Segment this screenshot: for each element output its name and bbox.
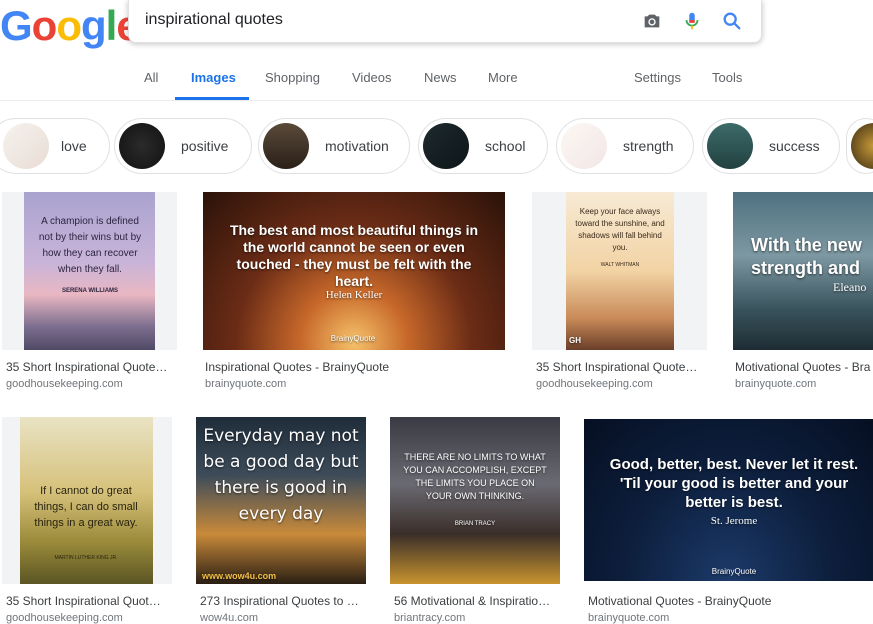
chip-label: strength: [623, 138, 674, 154]
logo-letter: G: [0, 2, 33, 49]
tab-videos[interactable]: Videos: [352, 70, 392, 85]
tab-images[interactable]: Images: [191, 70, 236, 85]
image-quote-text: Keep your face always toward the sunshin…: [575, 207, 665, 252]
result-title[interactable]: 35 Short Inspirational Quot…: [6, 594, 166, 608]
related-chips: love positive motivation school strength…: [0, 118, 873, 176]
result-source: goodhousekeeping.com: [536, 378, 653, 390]
chip-thumbnail: [119, 123, 165, 169]
chip-motivation[interactable]: motivation: [258, 118, 410, 174]
image-quote-author: WALT WHITMAN: [600, 262, 640, 268]
tab-all[interactable]: All: [144, 70, 158, 85]
result-source: goodhousekeeping.com: [6, 378, 123, 390]
result-title[interactable]: 273 Inspirational Quotes to …: [200, 594, 362, 608]
chip-thumbnail: [263, 123, 309, 169]
image-quote-author: MARTIN LUTHER KING JR.: [54, 555, 118, 561]
image-quote-text: Good, better, best. Never let it rest. '…: [609, 456, 859, 511]
search-icon[interactable]: [721, 10, 743, 32]
brainyquote-watermark: BrainyQuote: [711, 567, 757, 576]
chip-thumbnail: [707, 123, 753, 169]
result-image[interactable]: THERE ARE NO LIMITS TO WHAT YOU CAN ACCO…: [390, 417, 560, 584]
result-title[interactable]: Motivational Quotes - BrainyQuote: [588, 594, 873, 608]
image-quote-author: Eleano: [833, 280, 867, 294]
image-quote-text: THERE ARE NO LIMITS TO WHAT YOU CAN ACCO…: [403, 452, 547, 501]
search-box[interactable]: inspirational quotes: [128, 0, 762, 43]
logo-letter: l: [105, 2, 118, 49]
image-quote-author: St. Jerome: [710, 515, 758, 527]
tab-news[interactable]: News: [424, 70, 457, 85]
result-source: brainyquote.com: [205, 378, 287, 390]
image-quote-author: Helen Keller: [325, 289, 383, 301]
image-quote-author: SERENA WILLIAMS: [61, 288, 119, 294]
result-source: brainyquote.com: [735, 378, 817, 390]
search-input[interactable]: inspirational quotes: [145, 11, 283, 29]
result-title[interactable]: 35 Short Inspirational Quote…: [536, 360, 702, 374]
result-image[interactable]: Good, better, best. Never let it rest. '…: [584, 419, 873, 581]
gh-badge: GH: [569, 336, 581, 345]
logo-letter: g: [80, 2, 107, 49]
chip-thumbnail: [3, 123, 49, 169]
image-quote-text: The best and most beautiful things in th…: [229, 222, 479, 289]
chip-strength[interactable]: strength: [556, 118, 694, 174]
result-image[interactable]: Everyday may not be a good day but there…: [196, 417, 366, 584]
result-image[interactable]: A champion is defined not by their wins …: [2, 192, 177, 350]
chip-success[interactable]: success: [702, 118, 840, 174]
active-tab-indicator: [175, 97, 249, 100]
image-quote-text: Everyday may not be a good day but there…: [203, 426, 359, 524]
result-image[interactable]: Keep your face always toward the sunshin…: [532, 192, 707, 350]
chip-label: motivation: [325, 138, 389, 154]
tab-settings[interactable]: Settings: [634, 70, 681, 85]
result-title[interactable]: 56 Motivational & Inspiratio…: [394, 594, 556, 608]
result-source: goodhousekeeping.com: [6, 612, 123, 624]
result-title[interactable]: 35 Short Inspirational Quote…: [6, 360, 172, 374]
result-source: brainyquote.com: [588, 612, 670, 624]
image-quote-text: With the new strength and: [751, 235, 862, 278]
result-title[interactable]: Motivational Quotes - Bra: [735, 360, 873, 374]
image-quote-text: If I cannot do great things, I can do sm…: [34, 485, 138, 529]
chip-label: love: [61, 138, 87, 154]
chip-label: school: [485, 138, 526, 154]
result-source: wow4u.com: [200, 612, 259, 624]
camera-icon[interactable]: [641, 10, 663, 32]
chip-next[interactable]: [846, 118, 873, 174]
chip-thumbnail: [423, 123, 469, 169]
chip-label: success: [769, 138, 820, 154]
chip-school[interactable]: school: [418, 118, 548, 174]
google-logo[interactable]: Google: [0, 2, 140, 50]
tab-more[interactable]: More: [488, 70, 518, 85]
wow4u-watermark: www.wow4u.com: [202, 571, 277, 581]
tab-tools[interactable]: Tools: [712, 70, 742, 85]
chip-positive[interactable]: positive: [114, 118, 252, 174]
result-title[interactable]: Inspirational Quotes - BrainyQuote: [205, 360, 505, 374]
result-image[interactable]: With the new strength and Eleano: [733, 192, 873, 350]
logo-letter: o: [31, 2, 58, 49]
brainyquote-watermark: BrainyQuote: [330, 334, 376, 343]
chip-label: positive: [181, 138, 229, 154]
result-source: briantracy.com: [394, 612, 466, 624]
search-tabs: All Images Shopping Videos News More Set…: [0, 60, 873, 101]
microphone-icon[interactable]: [681, 10, 703, 32]
chip-love[interactable]: love: [0, 118, 110, 174]
result-image[interactable]: If I cannot do great things, I can do sm…: [2, 417, 172, 584]
tab-shopping[interactable]: Shopping: [265, 70, 320, 85]
chip-thumbnail: [851, 123, 873, 169]
image-quote-author: BRIAN TRACY: [454, 521, 496, 527]
chip-thumbnail: [561, 123, 607, 169]
image-quote-text: A champion is defined not by their wins …: [38, 216, 142, 275]
result-image[interactable]: The best and most beautiful things in th…: [203, 192, 505, 350]
logo-letter: o: [56, 2, 82, 49]
